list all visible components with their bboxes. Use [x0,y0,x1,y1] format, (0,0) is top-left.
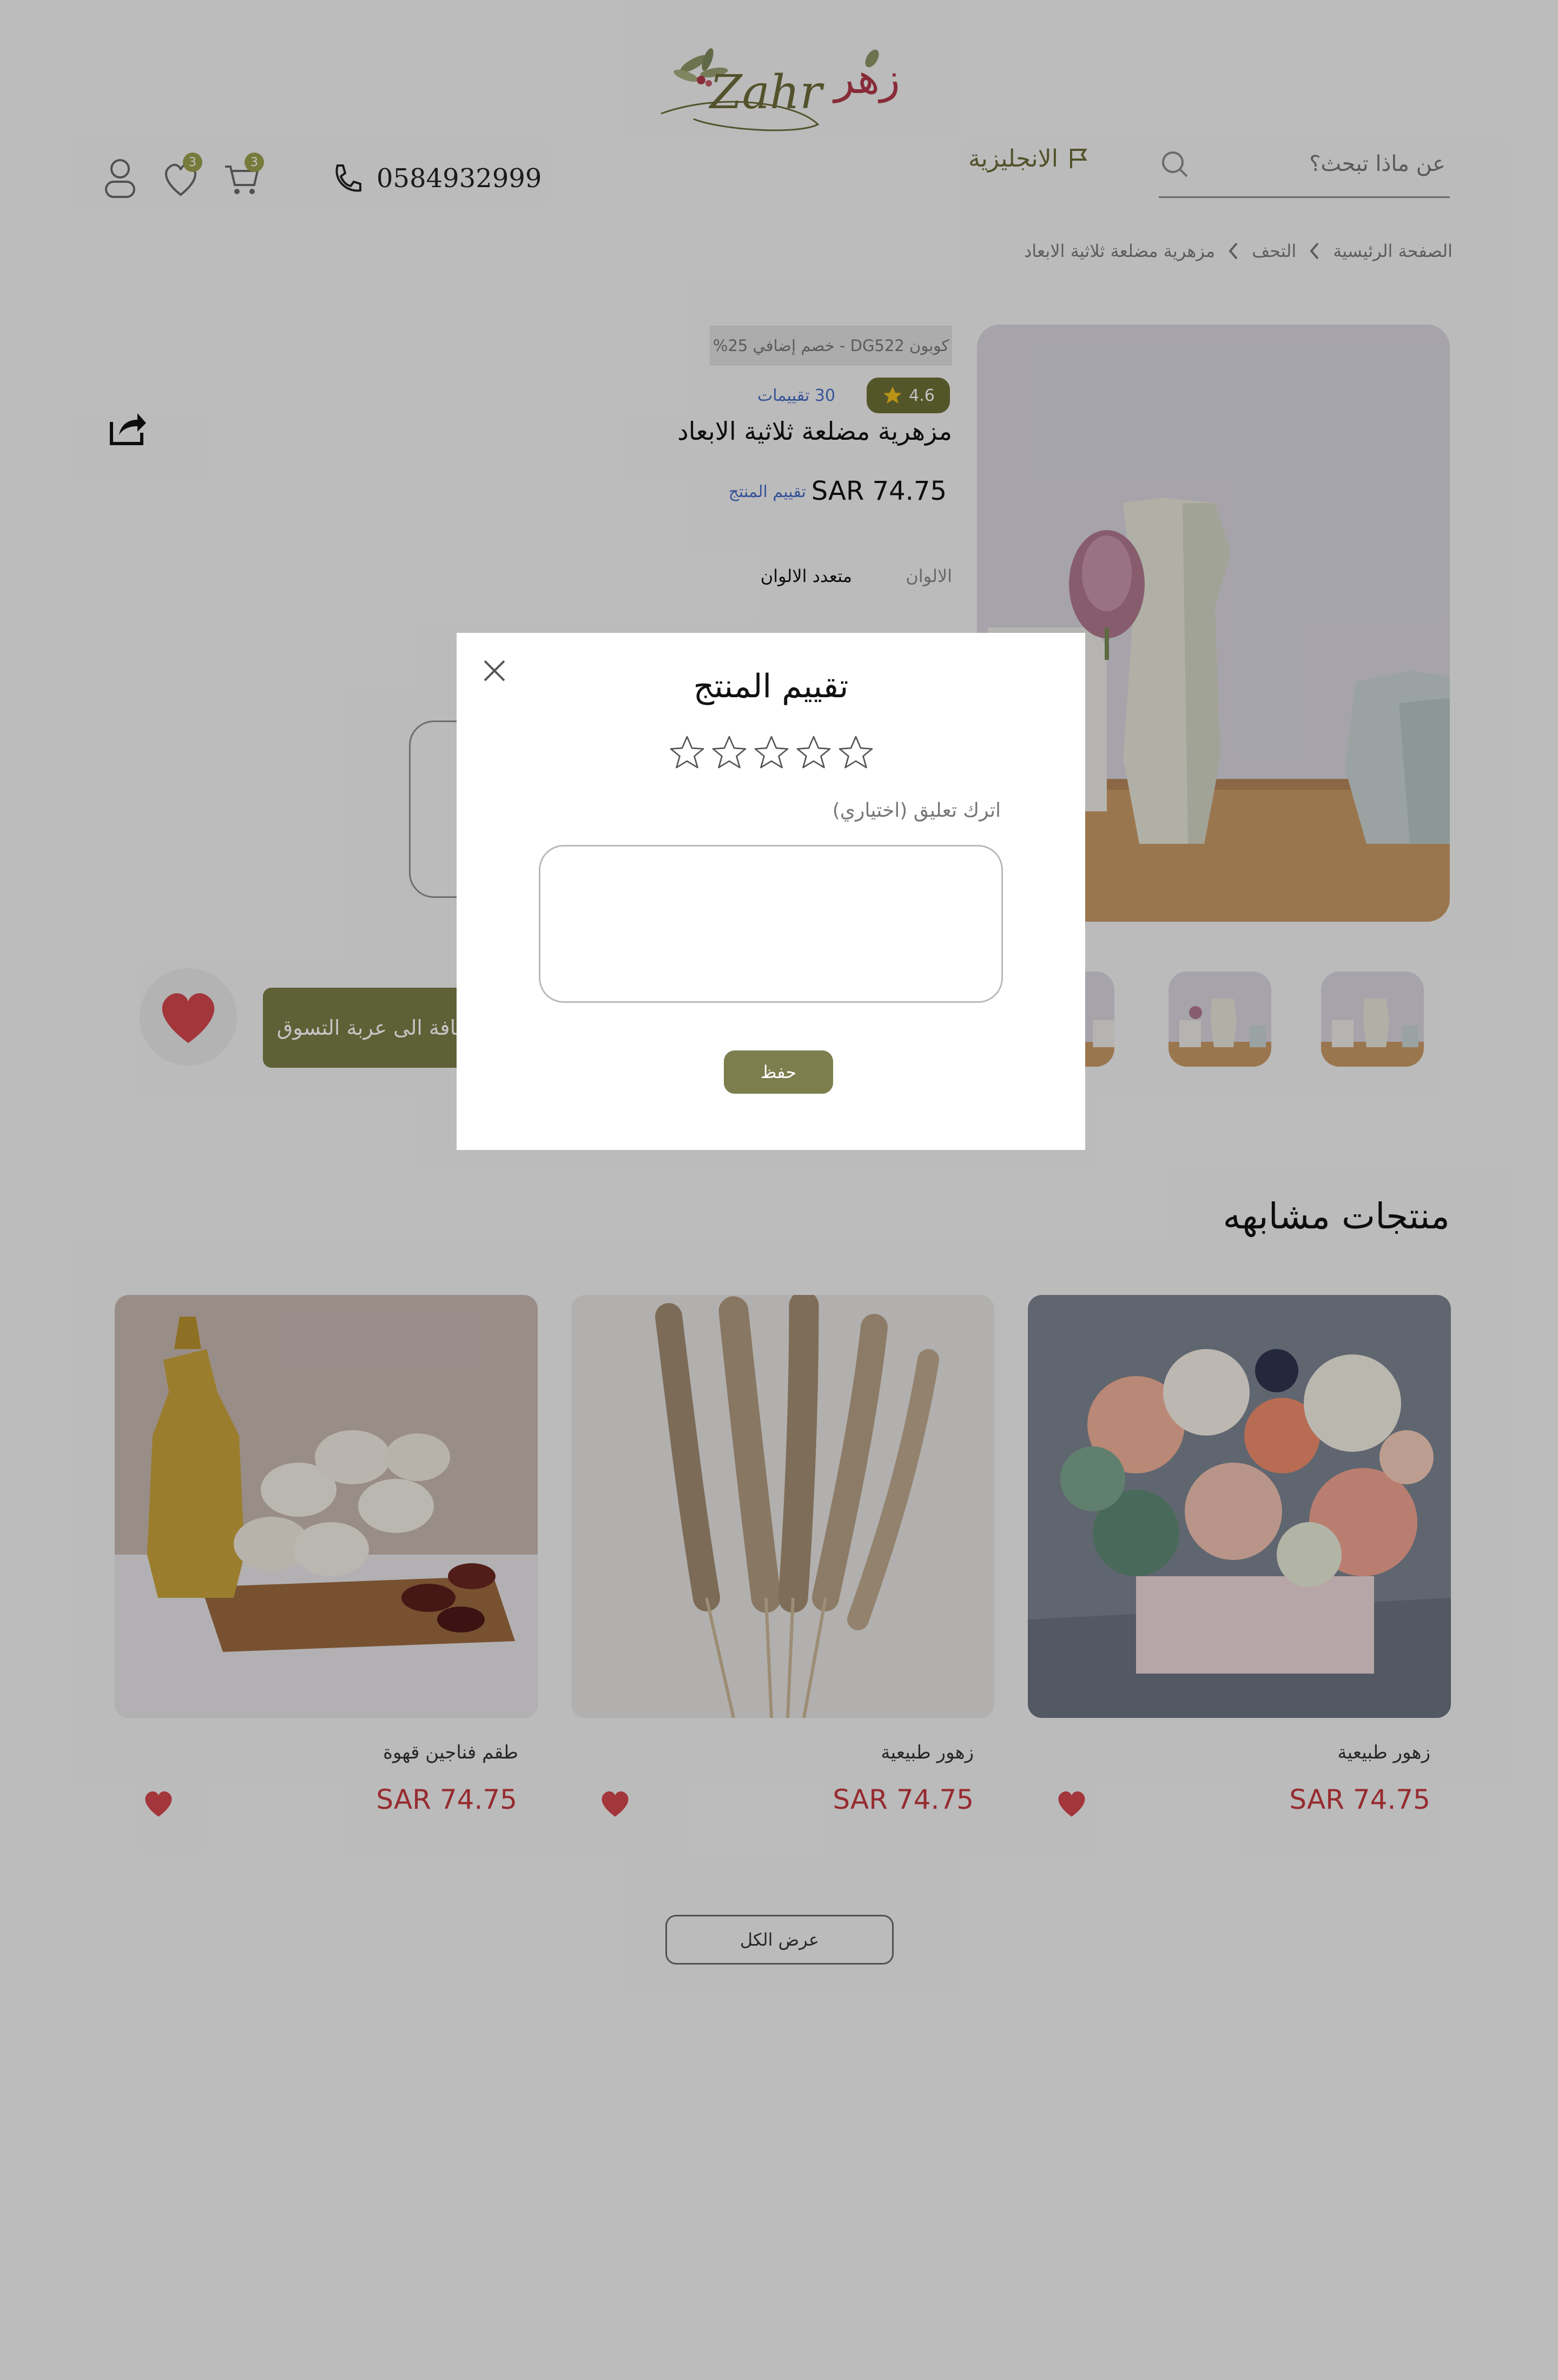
star-outline-icon[interactable] [794,733,833,772]
comment-textarea[interactable] [539,845,1003,1003]
modal-title: تقييم المنتج [693,667,849,705]
modal-backdrop[interactable] [0,0,1558,2380]
star-outline-icon[interactable] [710,733,749,772]
star-outline-icon[interactable] [836,733,875,772]
star-outline-icon[interactable] [752,733,791,772]
star-rating-input[interactable] [668,733,875,772]
rate-product-modal: تقييم المنتج اترك تعليق (اختياري) حفظ [457,633,1085,1150]
save-button[interactable]: حفظ [724,1050,833,1094]
star-outline-icon[interactable] [668,733,707,772]
comment-label: اترك تعليق (اختياري) [832,799,1001,822]
